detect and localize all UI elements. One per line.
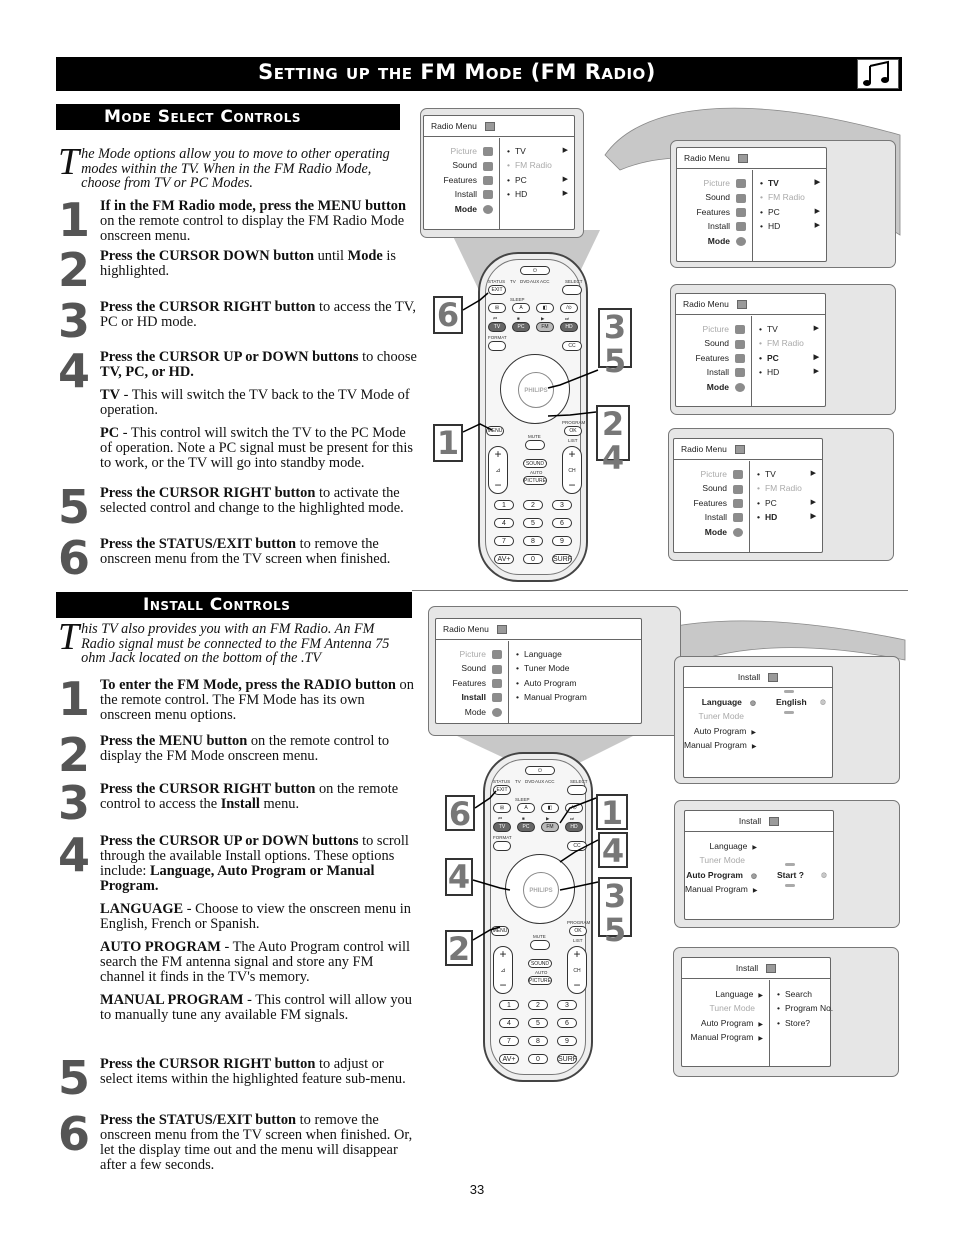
step-instruction: Press the CURSOR RIGHT button [100,299,316,315]
subitem-text: - This will switch the TV back to the TV… [100,387,410,418]
page-number: 33 [469,1182,485,1197]
step-6: 6 Press the STATUS/EXIT button to remove … [58,535,418,581]
step-text: Press the CURSOR DOWN button until Mode … [100,249,418,279]
step-4: 4 Press the CURSOR UP or DOWN buttons to … [58,344,418,471]
step-instruction: Press the CURSOR UP or DOWN buttons [100,349,359,365]
step-instruction: Press the CURSOR RIGHT button [100,781,316,797]
step-instruction: Press the CURSOR DOWN button [100,248,315,264]
step-number: 1 [58,193,91,247]
step-number: 6 [58,531,91,585]
step-text: To enter the FM Mode, press the RADIO bu… [100,678,418,723]
callout-leader-lines [472,790,599,941]
step-subitem: TV - This will switch the TV back to the… [100,388,418,418]
step-number: 5 [58,480,91,534]
step-text: Press the CURSOR RIGHT button to activat… [100,486,418,516]
step-number: 2 [58,243,91,297]
step-2: 2 Press the MENU button on the remote con… [58,732,418,778]
subitem-term: LANGUAGE [100,901,184,917]
step-text: Press the STATUS/EXIT button to remove t… [100,537,418,567]
subitem-term: TV [100,387,120,403]
step-text: Press the MENU button on the remote cont… [100,734,418,764]
step-6: 6 Press the STATUS/EXIT button to remove … [58,1107,418,1173]
step-3: 3 Press the CURSOR RIGHT button on the re… [58,780,418,826]
step-subitem: AUTO PROGRAM - The Auto Program control … [100,940,418,985]
step-instruction: Press the CURSOR RIGHT button [100,485,316,501]
step-4: 4 Press the CURSOR UP or DOWN buttons to … [58,828,418,1023]
step-instruction: Press the CURSOR RIGHT button [100,1056,316,1072]
step-number: 5 [58,1051,91,1105]
step-number: 4 [58,344,91,398]
step-subitem: MANUAL PROGRAM - This control will allow… [100,993,418,1023]
step-1: 1 To enter the FM Mode, press the RADIO b… [58,672,418,726]
step-text: Press the CURSOR UP or DOWN buttons to s… [100,834,418,894]
step-number: 2 [58,728,91,782]
step-3: 3 Press the CURSOR RIGHT button to access… [58,298,418,344]
step-instruction: Press the CURSOR UP or DOWN buttons [100,833,359,849]
subitem-term: PC [100,425,120,441]
step-instruction: Press the MENU button [100,733,248,749]
step-subitem: LANGUAGE - Choose to view the onscreen m… [100,902,418,932]
step-keyword: Mode [347,248,383,264]
step-keyword: Install [220,796,260,812]
subitem-term: MANUAL PROGRAM [100,992,244,1008]
step-text: Press the CURSOR RIGHT button to adjust … [100,1057,418,1087]
step-instruction: To enter the FM Mode, press the RADIO bu… [100,677,396,693]
step-number: 3 [58,776,91,830]
step-number: 3 [58,294,91,348]
step-detail: until [314,248,348,264]
step-5: 5 Press the CURSOR RIGHT button to adjust… [58,1055,418,1101]
step-text: Press the CURSOR RIGHT button on the rem… [100,782,418,812]
step-5: 5 Press the CURSOR RIGHT button to activa… [58,484,418,530]
step-2: 2 Press the CURSOR DOWN button until Mode… [58,247,418,293]
step-number: 1 [58,672,91,726]
step-keyword: TV, PC, or HD. [100,364,194,380]
step-detail-end: menu. [259,796,300,812]
step-number: 6 [58,1107,91,1161]
step-detail: on the remote control to display the FM … [100,213,405,244]
step-text: If in the FM Radio mode, press the MENU … [100,199,418,244]
subitem-text: - This control will switch the TV to the… [100,425,413,471]
step-text: Press the CURSOR RIGHT button to access … [100,300,418,330]
step-text: Press the STATUS/EXIT button to remove t… [100,1113,418,1173]
subitem-term: AUTO PROGRAM [100,939,221,955]
step-subitem: PC - This control will switch the TV to … [100,426,418,471]
step-1: 1 If in the FM Radio mode, press the MENU… [58,193,418,247]
step-detail: to choose [358,349,417,365]
step-instruction: Press the STATUS/EXIT button [100,536,297,552]
step-instruction: Press the STATUS/EXIT button [100,1112,297,1128]
step-number: 4 [58,828,91,882]
step-instruction: If in the FM Radio mode, press the MENU … [100,198,406,214]
step-text: Press the CURSOR UP or DOWN buttons to c… [100,350,418,380]
